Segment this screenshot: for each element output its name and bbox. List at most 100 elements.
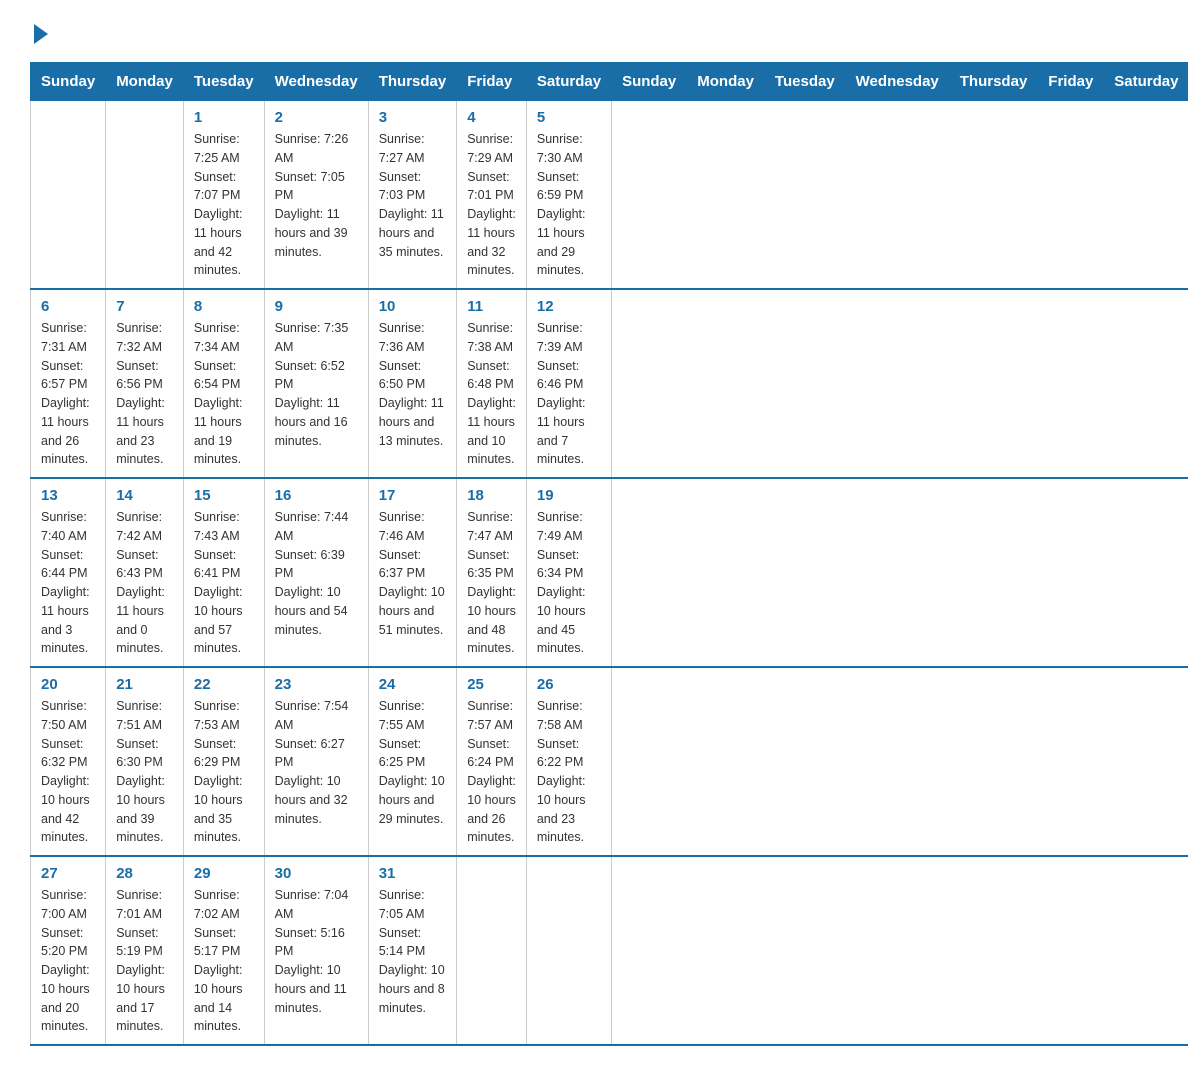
calendar-cell: 9Sunrise: 7:35 AMSunset: 6:52 PMDaylight… [264, 289, 368, 478]
day-number: 8 [194, 298, 254, 315]
calendar-cell: 21 Sunrise: 7:51 AMSunset: 6:30 PMDayligh… [106, 667, 184, 856]
weekday-header-wednesday: Wednesday [264, 63, 368, 101]
day-info: Sunrise: 7:39 AMSunset: 6:46 PMDaylight:… [537, 319, 601, 469]
day-info: Sunrise: 7:46 AMSunset: 6:37 PMDaylight:… [379, 508, 447, 639]
calendar-cell: 27 Sunrise: 7:00 AMSunset: 5:20 PMDayligh… [31, 856, 106, 1045]
calendar-cell: 22Sunrise: 7:53 AMSunset: 6:29 PMDayligh… [183, 667, 264, 856]
weekday-header-wednesday: Wednesday [845, 63, 949, 101]
day-number: 28 [116, 865, 173, 882]
weekday-header-monday: Monday [106, 63, 184, 101]
calendar-cell: 7 Sunrise: 7:32 AMSunset: 6:56 PMDaylight… [106, 289, 184, 478]
day-number: 19 [537, 487, 601, 504]
day-info: Sunrise: 7:49 AMSunset: 6:34 PMDaylight:… [537, 508, 601, 658]
day-info: Sunrise: 7:27 AMSunset: 7:03 PMDaylight:… [379, 130, 447, 261]
day-info: Sunrise: 7:44 AMSunset: 6:39 PMDaylight:… [275, 508, 358, 639]
calendar-cell [457, 856, 527, 1045]
day-info: Sunrise: 7:51 AMSunset: 6:30 PMDaylight:… [116, 697, 173, 847]
calendar-cell: 3 Sunrise: 7:27 AMSunset: 7:03 PMDaylight… [368, 101, 457, 290]
day-info: Sunrise: 7:01 AMSunset: 5:19 PMDaylight:… [116, 886, 173, 1036]
calendar-cell: 13 Sunrise: 7:40 AMSunset: 6:44 PMDayligh… [31, 478, 106, 667]
weekday-header-sunday: Sunday [31, 63, 106, 101]
day-info: Sunrise: 7:54 AMSunset: 6:27 PMDaylight:… [275, 697, 358, 828]
calendar-cell: 18 Sunrise: 7:47 AMSunset: 6:35 PMDayligh… [457, 478, 527, 667]
day-info: Sunrise: 7:43 AMSunset: 6:41 PMDaylight:… [194, 508, 254, 658]
weekday-header-friday: Friday [457, 63, 527, 101]
day-info: Sunrise: 7:32 AMSunset: 6:56 PMDaylight:… [116, 319, 173, 469]
calendar-week-row: 1 Sunrise: 7:25 AMSunset: 7:07 PMDaylight… [31, 101, 1188, 290]
day-info: Sunrise: 7:55 AMSunset: 6:25 PMDaylight:… [379, 697, 447, 828]
calendar-cell: 10 Sunrise: 7:36 AMSunset: 6:50 PMDayligh… [368, 289, 457, 478]
weekday-header-friday: Friday [1038, 63, 1104, 101]
day-info: Sunrise: 7:31 AMSunset: 6:57 PMDaylight:… [41, 319, 95, 469]
weekday-header-saturday: Saturday [526, 63, 611, 101]
calendar-cell: 2 Sunrise: 7:26 AMSunset: 7:05 PMDaylight… [264, 101, 368, 290]
day-number: 26 [537, 676, 601, 693]
day-info: Sunrise: 7:40 AMSunset: 6:44 PMDaylight:… [41, 508, 95, 658]
day-info: Sunrise: 7:57 AMSunset: 6:24 PMDaylight:… [467, 697, 516, 847]
weekday-header-thursday: Thursday [368, 63, 457, 101]
day-number: 15 [194, 487, 254, 504]
day-info: Sunrise: 7:26 AMSunset: 7:05 PMDaylight:… [275, 130, 358, 261]
day-info: Sunrise: 7:25 AMSunset: 7:07 PMDaylight:… [194, 130, 254, 280]
calendar-cell: 6 Sunrise: 7:31 AMSunset: 6:57 PMDaylight… [31, 289, 106, 478]
day-number: 7 [116, 298, 173, 315]
calendar-header-row: SundayMondayTuesdayWednesdayThursdayFrid… [31, 63, 1188, 101]
calendar-cell: 29Sunrise: 7:02 AMSunset: 5:17 PMDayligh… [183, 856, 264, 1045]
weekday-header-tuesday: Tuesday [183, 63, 264, 101]
calendar-week-row: 20 Sunrise: 7:50 AMSunset: 6:32 PMDayligh… [31, 667, 1188, 856]
day-info: Sunrise: 7:30 AMSunset: 6:59 PMDaylight:… [537, 130, 601, 280]
calendar-cell: 12Sunrise: 7:39 AMSunset: 6:46 PMDayligh… [526, 289, 611, 478]
day-number: 31 [379, 865, 447, 882]
calendar-table: SundayMondayTuesdayWednesdayThursdayFrid… [30, 62, 1188, 1046]
day-info: Sunrise: 7:38 AMSunset: 6:48 PMDaylight:… [467, 319, 516, 469]
calendar-cell: 4 Sunrise: 7:29 AMSunset: 7:01 PMDaylight… [457, 101, 527, 290]
calendar-cell [31, 101, 106, 290]
day-number: 6 [41, 298, 95, 315]
day-number: 25 [467, 676, 516, 693]
calendar-cell: 1 Sunrise: 7:25 AMSunset: 7:07 PMDaylight… [183, 101, 264, 290]
calendar-cell: 16 Sunrise: 7:44 AMSunset: 6:39 PMDayligh… [264, 478, 368, 667]
day-number: 21 [116, 676, 173, 693]
day-info: Sunrise: 7:05 AMSunset: 5:14 PMDaylight:… [379, 886, 447, 1017]
day-number: 13 [41, 487, 95, 504]
weekday-header-saturday: Saturday [1104, 63, 1188, 101]
day-number: 17 [379, 487, 447, 504]
weekday-header-sunday: Sunday [612, 63, 687, 101]
day-info: Sunrise: 7:42 AMSunset: 6:43 PMDaylight:… [116, 508, 173, 658]
page-header [30, 20, 1158, 44]
day-number: 4 [467, 109, 516, 126]
day-number: 18 [467, 487, 516, 504]
weekday-header-monday: Monday [687, 63, 765, 101]
day-info: Sunrise: 7:36 AMSunset: 6:50 PMDaylight:… [379, 319, 447, 450]
day-number: 10 [379, 298, 447, 315]
day-number: 14 [116, 487, 173, 504]
day-info: Sunrise: 7:47 AMSunset: 6:35 PMDaylight:… [467, 508, 516, 658]
logo-arrow-icon [34, 24, 48, 44]
day-info: Sunrise: 7:50 AMSunset: 6:32 PMDaylight:… [41, 697, 95, 847]
calendar-cell: 26Sunrise: 7:58 AMSunset: 6:22 PMDayligh… [526, 667, 611, 856]
day-number: 23 [275, 676, 358, 693]
day-number: 27 [41, 865, 95, 882]
day-number: 2 [275, 109, 358, 126]
day-info: Sunrise: 7:00 AMSunset: 5:20 PMDaylight:… [41, 886, 95, 1036]
calendar-cell: 24Sunrise: 7:55 AMSunset: 6:25 PMDayligh… [368, 667, 457, 856]
calendar-cell: 25 Sunrise: 7:57 AMSunset: 6:24 PMDayligh… [457, 667, 527, 856]
weekday-header-thursday: Thursday [949, 63, 1038, 101]
calendar-cell: 28 Sunrise: 7:01 AMSunset: 5:19 PMDayligh… [106, 856, 184, 1045]
calendar-cell: 31 Sunrise: 7:05 AMSunset: 5:14 PMDayligh… [368, 856, 457, 1045]
calendar-cell [526, 856, 611, 1045]
day-number: 11 [467, 298, 516, 315]
day-info: Sunrise: 7:35 AMSunset: 6:52 PMDaylight:… [275, 319, 358, 450]
day-number: 3 [379, 109, 447, 126]
day-number: 16 [275, 487, 358, 504]
weekday-header-tuesday: Tuesday [764, 63, 845, 101]
day-info: Sunrise: 7:29 AMSunset: 7:01 PMDaylight:… [467, 130, 516, 280]
calendar-week-row: 13 Sunrise: 7:40 AMSunset: 6:44 PMDayligh… [31, 478, 1188, 667]
calendar-cell: 14 Sunrise: 7:42 AMSunset: 6:43 PMDayligh… [106, 478, 184, 667]
day-number: 20 [41, 676, 95, 693]
day-number: 1 [194, 109, 254, 126]
calendar-cell: 23 Sunrise: 7:54 AMSunset: 6:27 PMDayligh… [264, 667, 368, 856]
calendar-week-row: 6 Sunrise: 7:31 AMSunset: 6:57 PMDaylight… [31, 289, 1188, 478]
calendar-cell: 19 Sunrise: 7:49 AMSunset: 6:34 PMDayligh… [526, 478, 611, 667]
day-number: 30 [275, 865, 358, 882]
